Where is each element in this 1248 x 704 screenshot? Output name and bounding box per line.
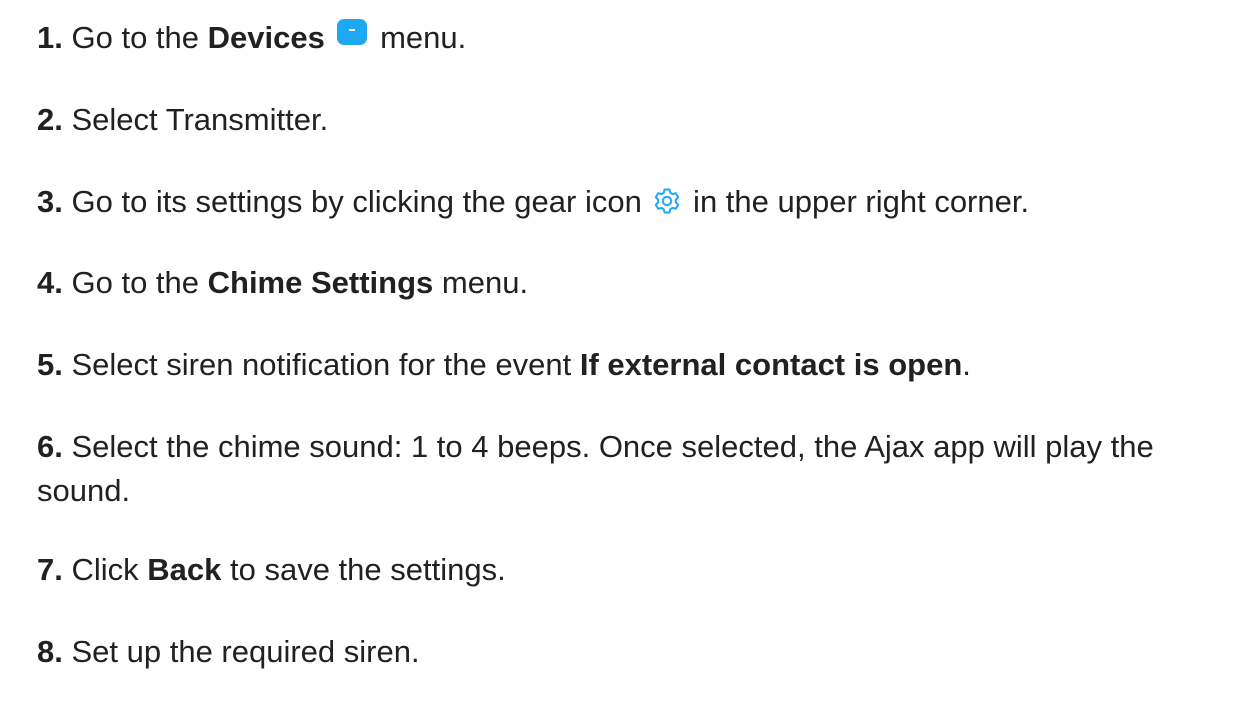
step-1: 1. Go to the Devices menu. bbox=[37, 16, 466, 60]
step-2: 2. Select Transmitter. bbox=[37, 98, 328, 142]
step-bold-text: If external contact is open bbox=[579, 347, 963, 382]
step-text: menu. bbox=[380, 20, 467, 55]
step-text: Set up the required siren. bbox=[71, 634, 420, 669]
instruction-steps: 1. Go to the Devices menu. 2. Select Tra… bbox=[0, 0, 1248, 704]
devices-icon bbox=[337, 19, 368, 45]
step-text: Select Transmitter. bbox=[71, 102, 329, 137]
step-number: 4. bbox=[37, 265, 63, 300]
step-text: to save the settings. bbox=[221, 552, 506, 587]
step-7: 7. Click Back to save the settings. bbox=[37, 548, 506, 592]
step-bold-text: Devices bbox=[207, 20, 325, 55]
step-text: in the upper right corner. bbox=[684, 184, 1030, 219]
step-number: 2. bbox=[37, 102, 63, 137]
step-8: 8. Set up the required siren. bbox=[37, 630, 420, 674]
step-text: Click bbox=[71, 552, 148, 587]
step-number: 8. bbox=[37, 634, 63, 669]
gear-icon bbox=[652, 184, 682, 214]
step-5: 5. Select siren notification for the eve… bbox=[37, 343, 971, 387]
step-bold-text: Back bbox=[147, 552, 222, 587]
step-text: Go to the bbox=[71, 265, 208, 300]
step-number: 5. bbox=[37, 347, 63, 382]
step-text: . bbox=[962, 347, 971, 382]
step-text: Select siren notification for the event bbox=[71, 347, 580, 382]
step-3: 3. Go to its settings by clicking the ge… bbox=[37, 180, 1029, 224]
step-text: Go to the bbox=[71, 20, 208, 55]
step-text: menu. bbox=[433, 265, 529, 300]
step-text: Go to its settings by clicking the gear … bbox=[71, 184, 651, 219]
step-4: 4. Go to the Chime Settings menu. bbox=[37, 261, 528, 305]
step-text: Select the chime sound: 1 to 4 beeps. On… bbox=[37, 429, 1154, 508]
step-6: 6. Select the chime sound: 1 to 4 beeps.… bbox=[37, 425, 1227, 513]
step-number: 1. bbox=[37, 20, 63, 55]
step-bold-text: Chime Settings bbox=[207, 265, 434, 300]
step-number: 3. bbox=[37, 184, 63, 219]
step-number: 7. bbox=[37, 552, 63, 587]
step-number: 6. bbox=[37, 429, 63, 464]
